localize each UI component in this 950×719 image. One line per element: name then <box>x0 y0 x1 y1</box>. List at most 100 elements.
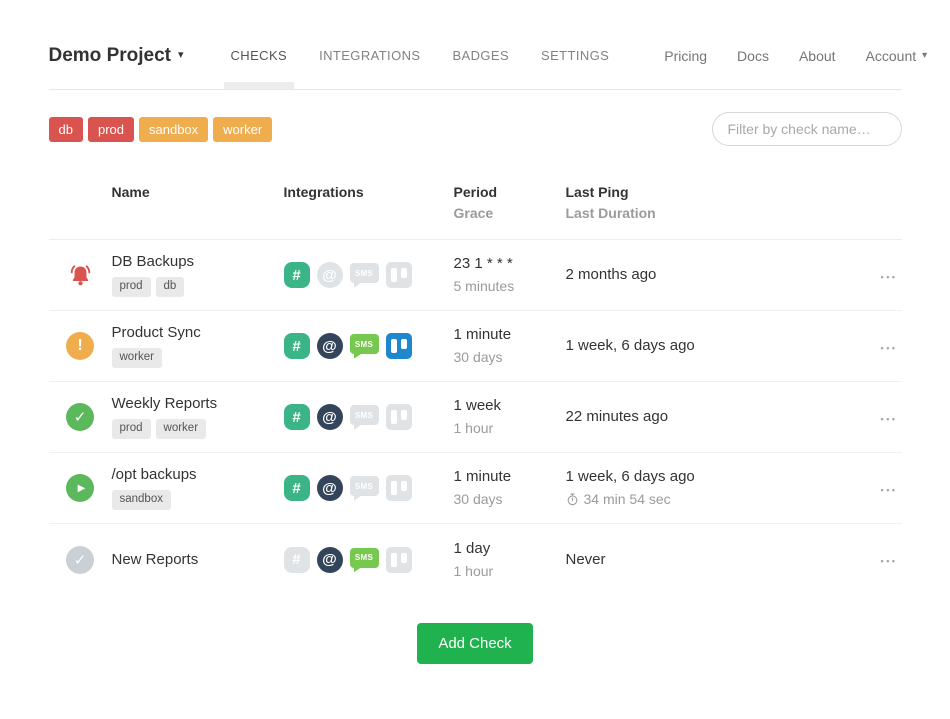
integrations-cell <box>284 475 454 501</box>
check-name: Weekly Reports <box>112 395 284 412</box>
add-check-wrap: Add Check <box>49 623 902 664</box>
last-duration: 34 min 54 sec <box>566 488 858 510</box>
email-integration-icon <box>317 547 343 573</box>
filter-tag-db[interactable]: db <box>49 117 83 142</box>
header-last-duration: Last Duration <box>566 203 858 224</box>
status-cell <box>49 474 112 502</box>
tab-integrations[interactable]: INTEGRATIONS <box>312 22 427 89</box>
sms-integration-icon <box>350 548 379 568</box>
slack-integration-icon <box>284 404 310 430</box>
check-name: DB Backups <box>112 253 284 270</box>
tab-checks[interactable]: CHECKS <box>224 22 295 89</box>
check-menu-button[interactable] <box>877 333 902 360</box>
check-period: 23 1 * * * <box>454 253 566 275</box>
project-name: Demo Project <box>49 45 171 67</box>
filter-tag-prod[interactable]: prod <box>88 117 134 142</box>
name-cell: Product Sync worker <box>112 324 284 368</box>
check-grace: 30 days <box>454 488 566 510</box>
checks-table: Name Integrations Period Grace Last Ping… <box>49 182 902 595</box>
check-name-filter-input[interactable] <box>712 112 902 146</box>
header-period: Period <box>454 182 566 203</box>
check-name: Product Sync <box>112 324 284 341</box>
warning-icon <box>66 332 94 360</box>
status-cell <box>49 403 112 431</box>
period-cell: 1 minute 30 days <box>454 466 566 510</box>
tab-badges[interactable]: BADGES <box>445 22 516 89</box>
check-grace: 30 days <box>454 346 566 368</box>
nav-links: Pricing Docs About Account ▾ <box>634 22 927 89</box>
trello-integration-icon <box>386 547 412 573</box>
ellipsis-icon <box>881 485 898 495</box>
trello-integration-icon <box>386 262 412 288</box>
last-ping-cell: 2 months ago <box>566 264 858 286</box>
name-cell: /opt backups sandbox <box>112 466 284 510</box>
check-period: 1 minute <box>454 466 566 488</box>
filter-tag-worker[interactable]: worker <box>213 117 272 142</box>
check-tags: worker <box>112 348 284 368</box>
filter-tag-sandbox[interactable]: sandbox <box>139 117 208 142</box>
email-integration-icon <box>317 475 343 501</box>
check-menu-button[interactable] <box>877 404 902 431</box>
email-integration-icon <box>317 333 343 359</box>
check-grace: 5 minutes <box>454 275 566 297</box>
project-switcher[interactable]: Demo Project ▾ <box>49 22 184 89</box>
check-menu-button[interactable] <box>877 475 902 502</box>
slack-integration-icon <box>284 333 310 359</box>
sms-integration-icon <box>350 334 379 354</box>
menu-cell <box>858 475 902 502</box>
integrations-cell <box>284 404 454 430</box>
last-ping-cell: 1 week, 6 days ago <box>566 335 858 357</box>
check-period: 1 week <box>454 395 566 417</box>
account-label: Account <box>866 48 917 64</box>
check-row-db-backups[interactable]: DB Backups prod db 23 1 * * * 5 minutes … <box>49 240 902 311</box>
header-name: Name <box>112 182 284 203</box>
trello-integration-icon <box>386 333 412 359</box>
status-cell <box>49 261 112 289</box>
check-tags: prod db <box>112 277 284 297</box>
integrations-cell <box>284 547 454 573</box>
header-lastping: Last Ping Last Duration <box>566 182 858 224</box>
check-menu-button[interactable] <box>877 262 902 289</box>
last-ping: 1 week, 6 days ago <box>566 466 858 488</box>
trello-integration-icon <box>386 404 412 430</box>
caret-down-icon: ▾ <box>922 51 927 61</box>
check-ok-icon <box>66 403 94 431</box>
status-cell <box>49 332 112 360</box>
period-cell: 1 day 1 hour <box>454 538 566 582</box>
add-check-button[interactable]: Add Check <box>417 623 532 664</box>
email-integration-icon <box>317 404 343 430</box>
link-about[interactable]: About <box>799 48 836 64</box>
check-menu-button[interactable] <box>877 546 902 573</box>
check-row-weekly-reports[interactable]: Weekly Reports prod worker 1 week 1 hour… <box>49 382 902 453</box>
new-check-icon <box>66 546 94 574</box>
sms-integration-icon <box>350 405 379 425</box>
ellipsis-icon <box>881 343 898 353</box>
check-name: New Reports <box>112 551 284 568</box>
check-row-new-reports[interactable]: New Reports 1 day 1 hour Never <box>49 524 902 595</box>
link-docs[interactable]: Docs <box>737 48 769 64</box>
check-tag: prod <box>112 277 151 297</box>
period-cell: 1 minute 30 days <box>454 324 566 368</box>
integrations-cell <box>284 262 454 288</box>
name-cell: New Reports <box>112 551 284 568</box>
slack-integration-icon <box>284 262 310 288</box>
header-last-ping: Last Ping <box>566 182 858 203</box>
slack-integration-icon <box>284 475 310 501</box>
slack-integration-icon <box>284 547 310 573</box>
account-menu[interactable]: Account ▾ <box>866 48 928 64</box>
link-pricing[interactable]: Pricing <box>664 48 707 64</box>
menu-cell <box>858 333 902 360</box>
check-row-opt-backups[interactable]: /opt backups sandbox 1 minute 30 days 1 … <box>49 453 902 524</box>
check-tag: sandbox <box>112 490 171 510</box>
check-grace: 1 hour <box>454 560 566 582</box>
nav-tabs: CHECKS INTEGRATIONS BADGES SETTINGS <box>224 22 635 89</box>
navbar: Demo Project ▾ CHECKS INTEGRATIONS BADGE… <box>49 22 902 90</box>
check-tag: db <box>156 277 185 297</box>
check-period: 1 day <box>454 538 566 560</box>
check-period: 1 minute <box>454 324 566 346</box>
ellipsis-icon <box>881 556 898 566</box>
check-row-product-sync[interactable]: Product Sync worker 1 minute 30 days 1 w… <box>49 311 902 382</box>
page-container: Demo Project ▾ CHECKS INTEGRATIONS BADGE… <box>23 22 928 664</box>
tab-settings[interactable]: SETTINGS <box>534 22 616 89</box>
period-cell: 23 1 * * * 5 minutes <box>454 253 566 297</box>
